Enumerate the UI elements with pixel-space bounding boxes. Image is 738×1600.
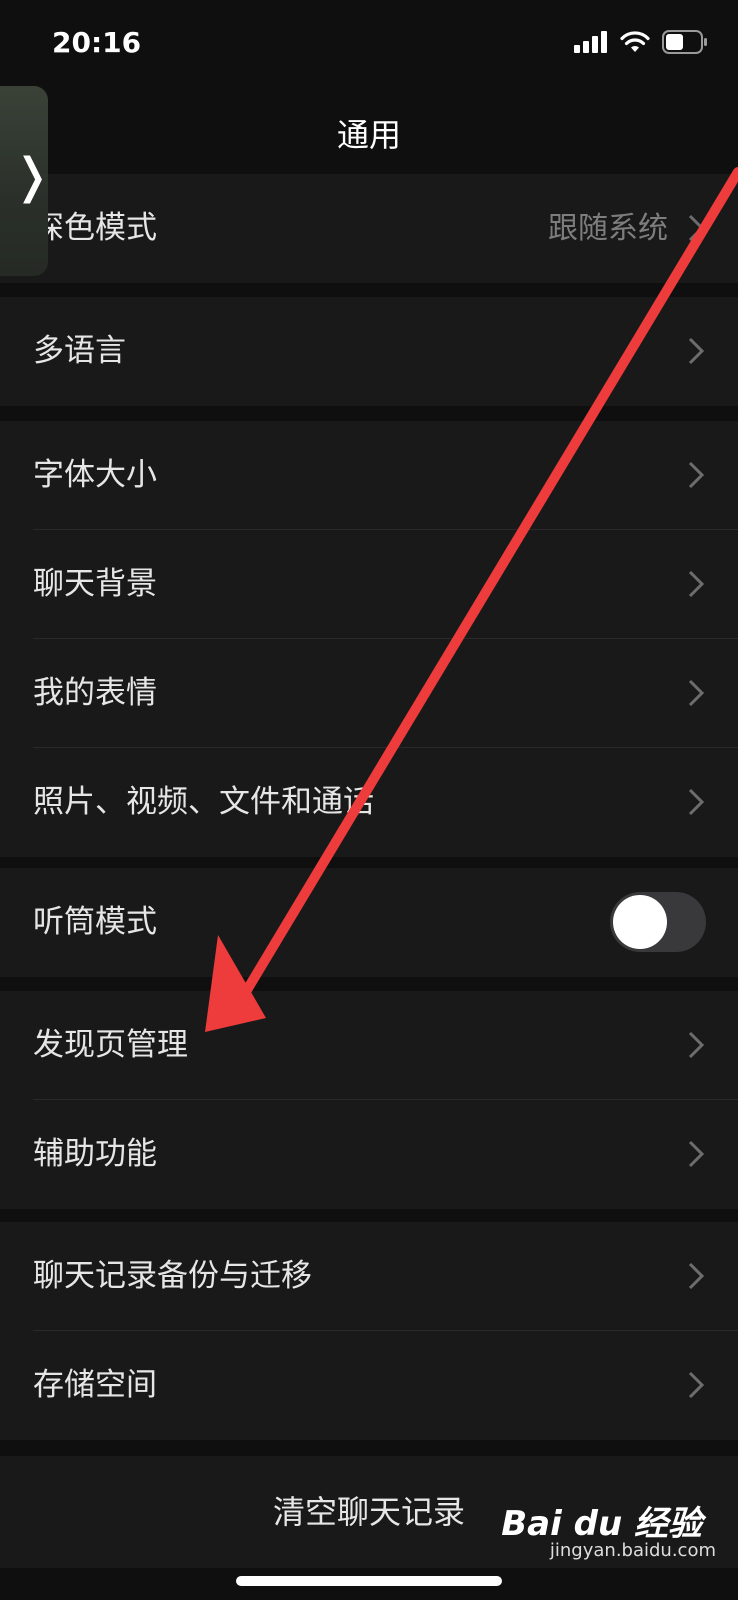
chevron-right-icon bbox=[688, 1262, 704, 1290]
settings-group-language: 多语言 bbox=[0, 297, 738, 406]
settings-row-discover-management[interactable]: 发现页管理 bbox=[0, 991, 738, 1100]
home-indicator[interactable] bbox=[236, 1576, 502, 1586]
row-label: 字体大小 bbox=[33, 457, 157, 493]
chevron-right-icon bbox=[688, 337, 704, 365]
row-label: 存储空间 bbox=[33, 1367, 157, 1403]
settings-row-dark-mode[interactable]: 深色模式 跟随系统 bbox=[0, 174, 738, 283]
settings-row-accessibility[interactable]: 辅助功能 bbox=[0, 1100, 738, 1209]
chevron-right-icon bbox=[688, 1140, 704, 1168]
toggle-knob bbox=[613, 895, 667, 949]
baidu-jingyan-watermark: Bai du 经验 jingyan.baidu.com bbox=[501, 1496, 716, 1561]
chevron-right-icon: ❭ bbox=[12, 148, 53, 204]
battery-icon bbox=[662, 30, 707, 54]
status-bar: 20:16 bbox=[0, 0, 738, 92]
settings-row-earpiece-mode: 听筒模式 bbox=[0, 868, 738, 977]
row-label: 聊天背景 bbox=[33, 566, 157, 602]
signal-icon bbox=[574, 31, 607, 53]
settings-row-font-size[interactable]: 字体大小 bbox=[0, 421, 738, 530]
settings-group-display: 深色模式 跟随系统 bbox=[0, 174, 738, 283]
row-label: 听筒模式 bbox=[33, 904, 157, 940]
row-label: 聊天记录备份与迁移 bbox=[33, 1258, 312, 1294]
chevron-right-icon bbox=[688, 679, 704, 707]
chevron-right-icon bbox=[688, 1031, 704, 1059]
settings-row-storage-space[interactable]: 存储空间 bbox=[0, 1331, 738, 1440]
page-title: 通用 bbox=[336, 116, 401, 154]
watermark-site: jingyan.baidu.com bbox=[549, 1540, 716, 1561]
chevron-right-icon bbox=[688, 1371, 704, 1399]
watermark-brand: Bai du 经验 bbox=[501, 1504, 702, 1544]
wifi-icon bbox=[620, 31, 650, 52]
chevron-right-icon bbox=[688, 214, 704, 242]
floating-side-handle[interactable]: ❭ bbox=[0, 86, 52, 276]
navigation-bar: 通用 bbox=[0, 92, 738, 174]
settings-row-chat-backup-migrate[interactable]: 聊天记录备份与迁移 bbox=[0, 1222, 738, 1331]
earpiece-mode-toggle[interactable] bbox=[610, 892, 706, 952]
row-label: 辅助功能 bbox=[33, 1136, 157, 1172]
settings-group-earpiece: 听筒模式 bbox=[0, 868, 738, 977]
chevron-right-icon bbox=[688, 461, 704, 489]
row-label: 我的表情 bbox=[33, 675, 157, 711]
settings-group-storage: 聊天记录备份与迁移 存储空间 bbox=[0, 1222, 738, 1440]
settings-row-media-files-calls[interactable]: 照片、视频、文件和通话 bbox=[0, 748, 738, 857]
status-time: 20:16 bbox=[52, 26, 142, 59]
row-value: 跟随系统 bbox=[548, 211, 668, 246]
settings-row-chat-background[interactable]: 聊天背景 bbox=[0, 530, 738, 639]
status-icons bbox=[574, 30, 708, 54]
chevron-right-icon bbox=[688, 788, 704, 816]
settings-row-my-stickers[interactable]: 我的表情 bbox=[0, 639, 738, 748]
chevron-right-icon bbox=[688, 570, 704, 598]
settings-group-features: 发现页管理 辅助功能 bbox=[0, 991, 738, 1209]
settings-group-chat: 字体大小 聊天背景 我的表情 照片、视频、文件和通话 bbox=[0, 421, 738, 857]
row-label: 发现页管理 bbox=[33, 1027, 188, 1063]
row-label: 多语言 bbox=[33, 333, 126, 369]
settings-row-language[interactable]: 多语言 bbox=[0, 297, 738, 406]
row-label: 照片、视频、文件和通话 bbox=[33, 784, 374, 820]
